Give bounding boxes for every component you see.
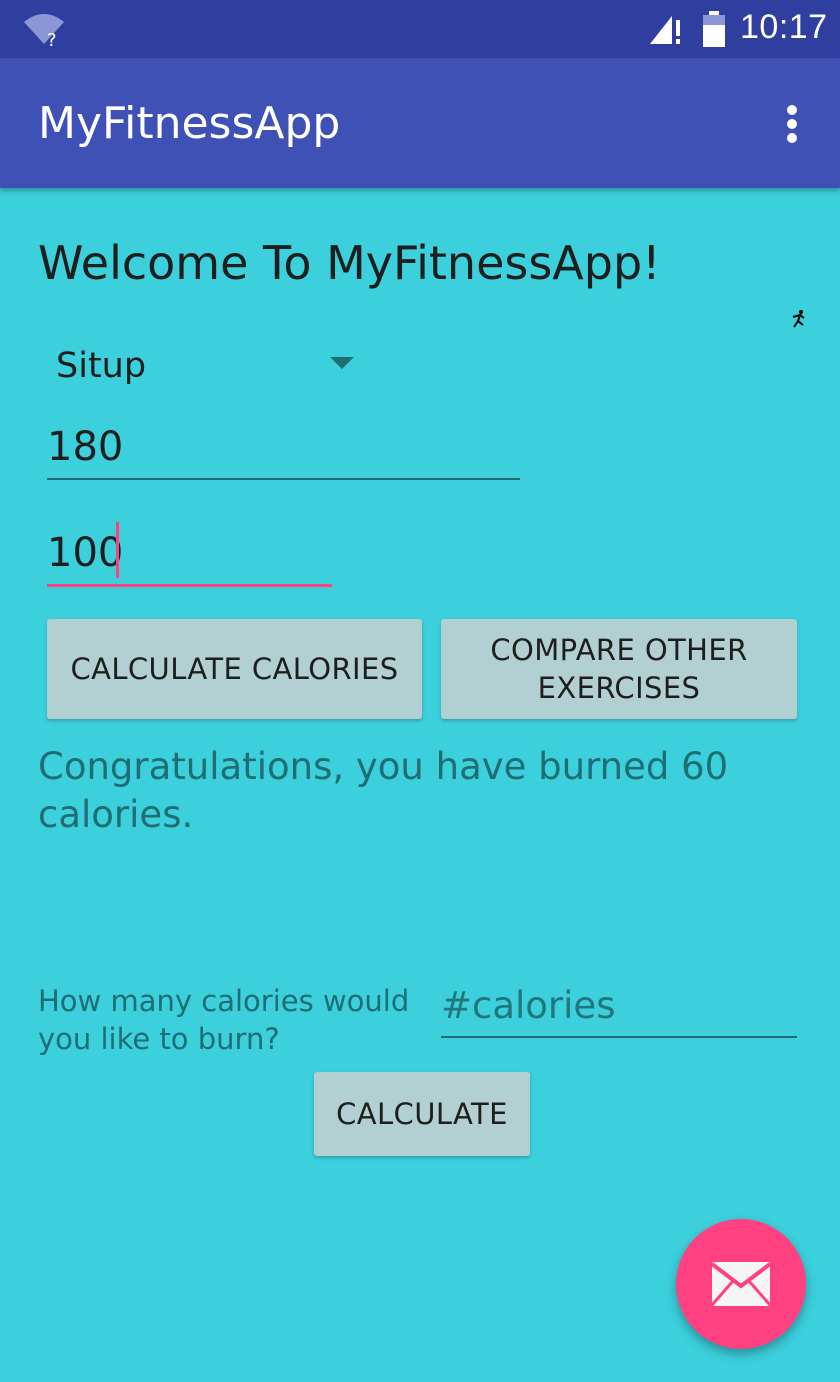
reps-input-value: 100	[47, 530, 124, 576]
battery-icon	[703, 11, 725, 47]
exercise-select[interactable]: Situp	[40, 330, 370, 400]
email-icon	[711, 1262, 771, 1306]
exercise-select-value: Situp	[56, 346, 147, 386]
reps-input[interactable]: 100	[47, 526, 332, 587]
compare-exercises-button[interactable]: COMPARE OTHER EXERCISES	[441, 619, 797, 719]
calculate-button[interactable]: CALCULATE	[314, 1072, 530, 1156]
email-fab-button[interactable]	[676, 1219, 806, 1349]
signal-icon	[650, 16, 680, 44]
calories-input-placeholder: #calories	[441, 984, 616, 1027]
calories-input[interactable]: #calories	[441, 980, 797, 1038]
calories-question: How many calories would you like to burn…	[38, 984, 410, 1056]
dropdown-arrow-icon	[330, 357, 354, 369]
welcome-heading: Welcome To MyFitnessApp!	[38, 236, 661, 290]
more-vert-icon[interactable]	[772, 98, 812, 148]
status-bar: ? 10:17	[0, 0, 840, 58]
app-title: MyFitnessApp	[38, 98, 341, 149]
text-cursor	[116, 522, 119, 578]
status-time: 10:17	[740, 8, 828, 46]
app-bar: MyFitnessApp	[0, 58, 840, 188]
result-text: Congratulations, you have burned 60 calo…	[38, 745, 729, 836]
runner-icon	[792, 310, 805, 328]
calculate-calories-button[interactable]: CALCULATE CALORIES	[47, 619, 422, 719]
weight-input[interactable]: 180	[47, 420, 520, 480]
svg-text:?: ?	[47, 30, 57, 50]
weight-input-value: 180	[47, 424, 124, 470]
wifi-unknown-icon: ?	[24, 14, 64, 50]
